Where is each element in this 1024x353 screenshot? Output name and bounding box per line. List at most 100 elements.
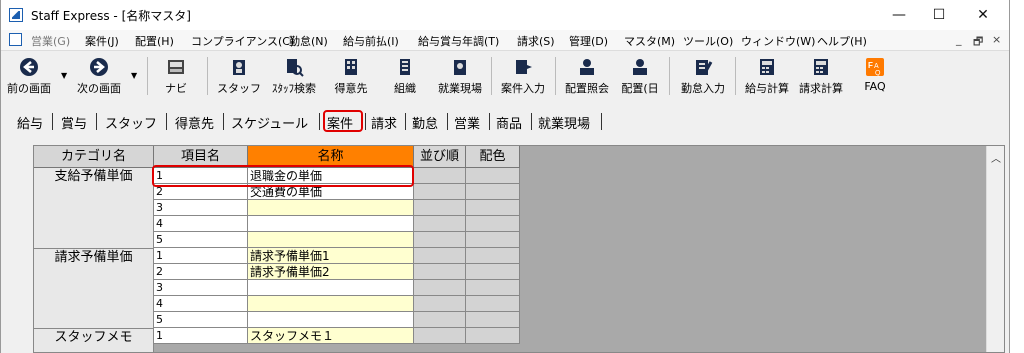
menu-sales[interactable]: 営業(G) xyxy=(31,33,70,49)
worksite-button[interactable]: 就業現場 xyxy=(433,55,487,99)
column-header-color[interactable]: 配色 xyxy=(466,146,520,168)
menu-compliance[interactable]: コンプライアンス(C) xyxy=(191,33,294,49)
menu-window[interactable]: ウィンドウ(W) xyxy=(741,33,815,49)
name-cell[interactable] xyxy=(248,216,414,232)
order-cell[interactable] xyxy=(414,264,466,280)
back-dropdown-icon[interactable]: ▼ xyxy=(61,71,67,80)
name-cell[interactable] xyxy=(248,232,414,248)
forward-dropdown-icon[interactable]: ▼ xyxy=(131,71,137,80)
mdi-minimize-button[interactable]: _ xyxy=(956,33,962,46)
column-header-order[interactable]: 並び順 xyxy=(414,146,466,168)
tab-schedule[interactable]: スケジュール xyxy=(231,113,308,132)
order-cell[interactable] xyxy=(414,328,466,344)
maximize-button[interactable]: ☐ xyxy=(919,4,959,26)
color-cell[interactable] xyxy=(466,232,520,248)
menu-tools[interactable]: ツール(O) xyxy=(683,33,733,49)
staff-icon xyxy=(233,60,245,75)
color-cell[interactable] xyxy=(466,216,520,232)
color-cell[interactable] xyxy=(466,280,520,296)
assignment-inquiry-icon xyxy=(580,59,594,75)
color-cell[interactable] xyxy=(466,248,520,264)
customer-button[interactable]: 得意先 xyxy=(327,55,375,99)
order-cell[interactable] xyxy=(414,232,466,248)
tab-worksite[interactable]: 就業現場 xyxy=(538,113,590,132)
color-cell[interactable] xyxy=(466,296,520,312)
assignment-daily-button[interactable]: 配置(日 xyxy=(617,55,663,99)
back-button[interactable]: 前の画面 xyxy=(3,55,55,99)
name-cell[interactable]: スタッフメモ１ xyxy=(248,328,414,344)
menu-billing[interactable]: 請求(S) xyxy=(517,33,555,49)
vertical-scrollbar[interactable]: ︿ xyxy=(986,146,1004,352)
menu-help[interactable]: ヘルプ(H) xyxy=(817,33,867,49)
tab-customer[interactable]: 得意先 xyxy=(175,113,214,132)
close-button[interactable]: ✕ xyxy=(963,4,1003,26)
order-cell[interactable] xyxy=(414,168,466,184)
payroll-button[interactable]: 給与計算 xyxy=(741,55,793,99)
toolbar-separator xyxy=(147,57,148,95)
category-cell: 支給予備単価 xyxy=(34,168,154,248)
item-cell[interactable]: 4 xyxy=(154,296,248,312)
color-cell[interactable] xyxy=(466,312,520,328)
tab-sales[interactable]: 営業 xyxy=(454,113,480,132)
item-cell[interactable]: 2 xyxy=(154,264,248,280)
tab-bonus[interactable]: 賞与 xyxy=(61,113,87,132)
color-cell[interactable] xyxy=(466,184,520,200)
order-cell[interactable] xyxy=(414,280,466,296)
color-cell[interactable] xyxy=(466,328,520,344)
color-cell[interactable] xyxy=(466,264,520,280)
scroll-up-icon[interactable]: ︿ xyxy=(991,150,1001,165)
attendance-input-button[interactable]: 勤怠入力 xyxy=(675,55,731,99)
menu-assignment[interactable]: 配置(H) xyxy=(135,33,174,49)
tab-salary[interactable]: 給与 xyxy=(17,113,43,132)
name-cell[interactable] xyxy=(248,280,414,296)
category-tabs: 給与 賞与 スタッフ 得意先 スケジュール 案件 請求 勤怠 営業 商品 就業現… xyxy=(1,101,1009,135)
order-cell[interactable] xyxy=(414,312,466,328)
tab-attendance[interactable]: 勤怠 xyxy=(412,113,438,132)
menu-payroll[interactable]: 給与賞与年調(T) xyxy=(418,33,499,49)
order-cell[interactable] xyxy=(414,200,466,216)
menu-master[interactable]: マスタ(M) xyxy=(624,33,675,49)
item-cell[interactable]: 3 xyxy=(154,280,248,296)
tab-separator xyxy=(489,113,490,130)
menu-payroll-advance[interactable]: 給与前払(I) xyxy=(343,33,399,49)
item-cell[interactable]: 5 xyxy=(154,312,248,328)
item-cell[interactable]: 1 xyxy=(154,248,248,264)
item-cell[interactable]: 3 xyxy=(154,200,248,216)
tab-separator xyxy=(166,113,167,130)
forward-button[interactable]: 次の画面 xyxy=(73,55,125,99)
organization-button[interactable]: 組織 xyxy=(383,55,427,99)
menu-management[interactable]: 管理(D) xyxy=(569,33,608,49)
order-cell[interactable] xyxy=(414,296,466,312)
column-header-category[interactable]: カテゴリ名 xyxy=(34,146,154,168)
navi-button[interactable]: ナビ xyxy=(153,55,199,99)
project-input-button[interactable]: 案件入力 xyxy=(497,55,549,99)
color-cell[interactable] xyxy=(466,168,520,184)
minimize-button[interactable]: — xyxy=(879,4,919,26)
tab-billing[interactable]: 請求 xyxy=(371,113,397,132)
menu-attendance[interactable]: 勤怠(N) xyxy=(289,33,328,49)
tab-separator xyxy=(447,113,448,130)
staff-search-button[interactable]: ｽﾀｯﾌ検索 xyxy=(265,55,323,99)
staff-button[interactable]: スタッフ xyxy=(215,55,263,99)
assignment-inquiry-button[interactable]: 配置照会 xyxy=(561,55,613,99)
name-cell[interactable]: 請求予備単価1 xyxy=(248,248,414,264)
tab-staff[interactable]: スタッフ xyxy=(105,113,157,132)
tab-project[interactable]: 案件 xyxy=(327,113,353,132)
order-cell[interactable] xyxy=(414,184,466,200)
order-cell[interactable] xyxy=(414,248,466,264)
item-cell[interactable]: 1 xyxy=(154,328,248,344)
name-cell[interactable] xyxy=(248,312,414,328)
item-cell[interactable]: 5 xyxy=(154,232,248,248)
name-cell[interactable]: 請求予備単価2 xyxy=(248,264,414,280)
order-cell[interactable] xyxy=(414,216,466,232)
item-cell[interactable]: 4 xyxy=(154,216,248,232)
tab-product[interactable]: 商品 xyxy=(496,113,522,132)
menu-project[interactable]: 案件(J) xyxy=(85,33,119,49)
faq-button[interactable]: FAQ FAQ xyxy=(855,55,895,99)
mdi-close-button[interactable]: × xyxy=(992,33,1001,46)
name-cell[interactable] xyxy=(248,200,414,216)
color-cell[interactable] xyxy=(466,200,520,216)
name-cell[interactable] xyxy=(248,296,414,312)
billing-button[interactable]: 請求計算 xyxy=(795,55,847,99)
tab-separator xyxy=(319,113,320,130)
